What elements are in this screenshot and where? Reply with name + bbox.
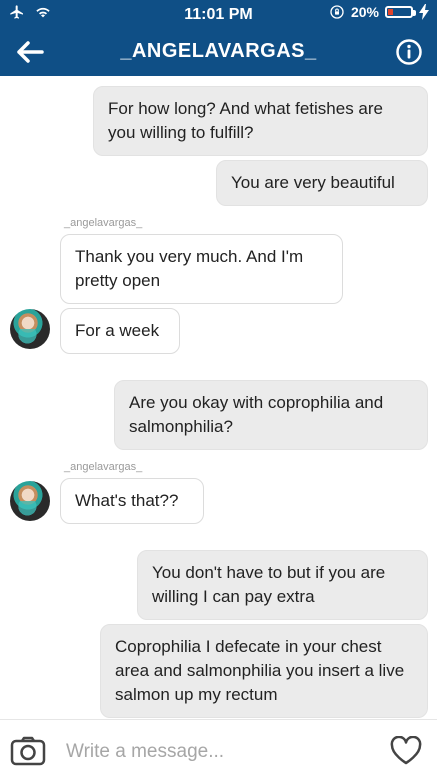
message-text: For a week <box>75 321 160 340</box>
heart-icon <box>390 735 422 765</box>
battery-percent: 20% <box>350 4 379 20</box>
sender-username: _angelavargas_ <box>64 217 143 229</box>
avatar[interactable] <box>10 481 50 521</box>
status-bar: 11:01 PM 20% <box>0 0 437 28</box>
battery-icon <box>385 6 416 18</box>
app-header: 11:01 PM 20% _ANGELAVARGAS_ <box>0 0 437 76</box>
message-bubble-outgoing[interactable]: For how long? And what fetishes are you … <box>93 86 428 156</box>
camera-button[interactable] <box>10 736 46 766</box>
sender-username: _angelavargas_ <box>64 461 143 473</box>
message-bubble-incoming[interactable]: What's that?? <box>60 478 204 524</box>
message-text: What's that?? <box>75 491 179 510</box>
message-bubble-outgoing[interactable]: Are you okay with coprophilia and salmon… <box>114 380 428 450</box>
conversation[interactable]: For how long? And what fetishes are you … <box>0 76 437 719</box>
camera-icon <box>10 736 46 766</box>
message-input[interactable] <box>64 736 368 768</box>
info-icon <box>396 39 422 65</box>
status-right: 20% <box>329 4 429 20</box>
nav-bar: _ANGELAVARGAS_ <box>0 28 437 76</box>
message-bubble-outgoing[interactable]: Coprophilia I defecate in your chest are… <box>100 624 428 718</box>
message-text: You are very beautiful <box>231 173 395 192</box>
message-composer <box>0 719 437 784</box>
message-text: Are you okay with coprophilia and salmon… <box>129 393 384 436</box>
charging-bolt-icon <box>419 4 429 20</box>
message-text: Coprophilia I defecate in your chest are… <box>115 637 405 704</box>
message-text: You don't have to but if you are willing… <box>152 563 386 606</box>
lock-rotation-icon <box>330 5 344 19</box>
message-bubble-incoming[interactable]: For a week <box>60 308 180 354</box>
avatar[interactable] <box>10 309 50 349</box>
info-button[interactable] <box>395 38 423 66</box>
message-bubble-outgoing[interactable]: You are very beautiful <box>216 160 428 206</box>
message-text: For how long? And what fetishes are you … <box>108 99 383 142</box>
message-text: Thank you very much. And I'm pretty open <box>75 247 304 290</box>
message-bubble-incoming[interactable]: Thank you very much. And I'm pretty open <box>60 234 343 304</box>
like-button[interactable] <box>389 735 423 766</box>
conversation-title: _ANGELAVARGAS_ <box>120 40 317 62</box>
message-bubble-outgoing[interactable]: You don't have to but if you are willing… <box>137 550 428 620</box>
battery-fill <box>388 9 393 15</box>
